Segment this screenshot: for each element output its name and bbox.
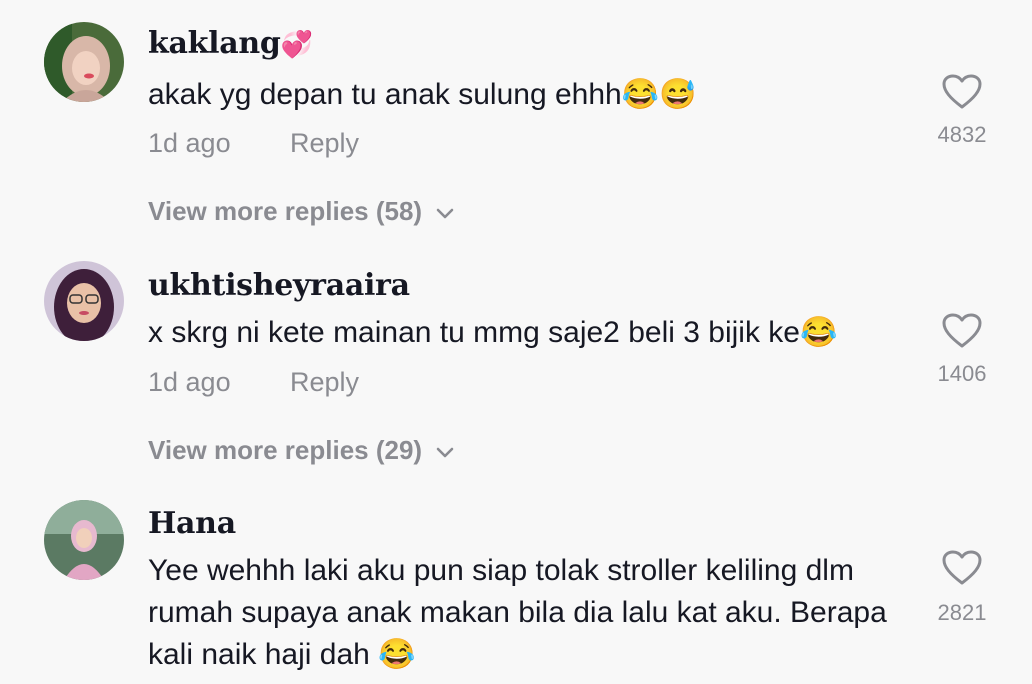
reply-button[interactable]: Reply [290,128,359,159]
comment-item: Hana Yee wehhh laki aku pun siap tolak s… [0,480,1032,684]
chevron-down-icon [436,435,454,466]
comment-username[interactable]: Hana [148,506,236,541]
comment-text: x skrg ni kete mainan tu mmg saje2 beli … [148,316,838,349]
comment-username[interactable]: ukhtisheyraaira [148,268,410,303]
like-count: 2821 [937,600,987,625]
avatar[interactable] [44,22,124,102]
comment-item: kaklang💞 akak yg depan tu anak sulung eh… [0,0,1032,240]
comment-text: Yee wehhh laki aku pun siap tolak stroll… [148,554,887,671]
like-count: 4832 [937,122,987,147]
reply-button[interactable]: Reply [290,367,359,398]
heart-icon[interactable] [942,550,982,586]
comment-timestamp: 1d ago [148,128,231,158]
view-more-replies-button[interactable]: View more replies (29) [148,435,454,466]
view-more-replies-button[interactable]: View more replies (58) [148,196,454,227]
chevron-down-icon [436,196,454,227]
avatar[interactable] [44,261,124,341]
heart-icon[interactable] [942,313,982,349]
heart-icon[interactable] [942,74,982,110]
comment-timestamp: 1d ago [148,367,231,397]
avatar[interactable] [44,500,124,580]
comment-username[interactable]: kaklang💞 [148,26,313,61]
like-count: 1406 [937,361,987,386]
comment-item: ukhtisheyraaira x skrg ni kete mainan tu… [0,240,1032,480]
comment-text: akak yg depan tu anak sulung ehhh😂😅 [148,78,697,111]
